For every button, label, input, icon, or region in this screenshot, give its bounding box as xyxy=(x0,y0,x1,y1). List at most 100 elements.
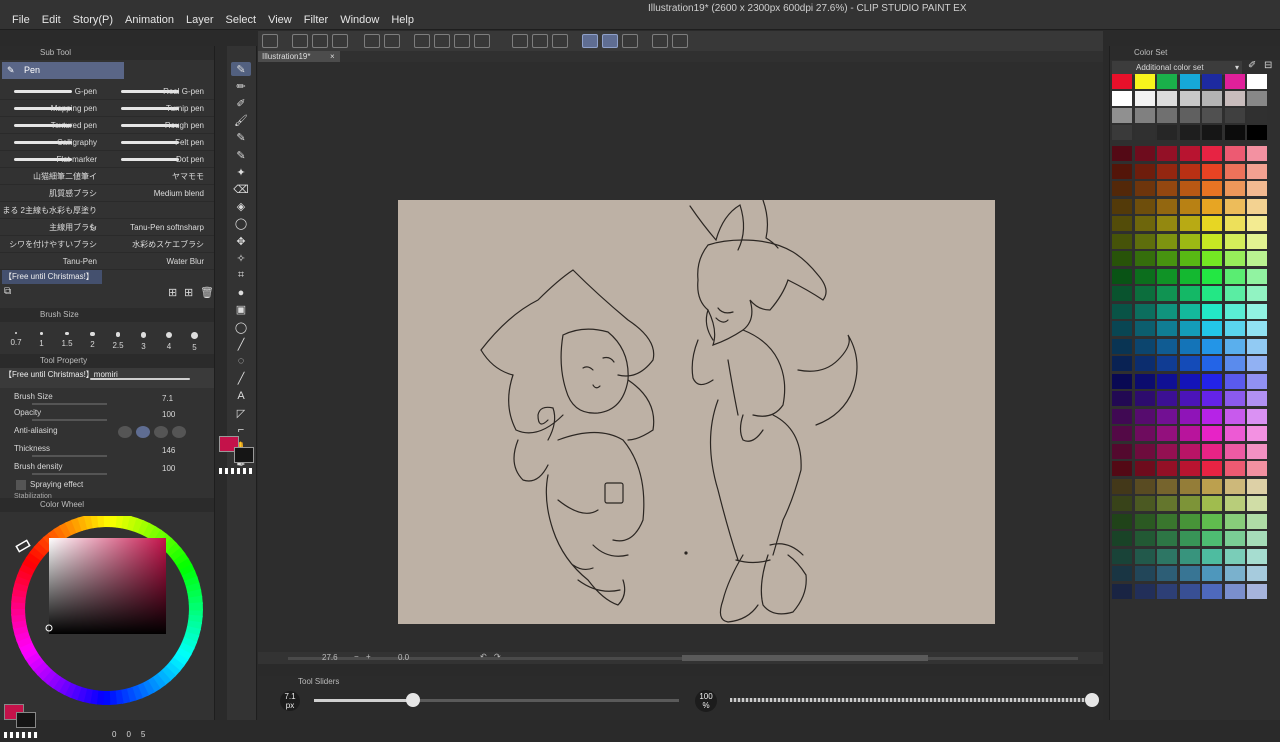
color-swatch[interactable] xyxy=(1112,478,1132,494)
color-swatch[interactable] xyxy=(1224,373,1245,389)
color-swatch[interactable] xyxy=(1134,426,1155,441)
color-swatch[interactable] xyxy=(1112,163,1132,179)
color-swatch[interactable] xyxy=(1247,513,1267,529)
toolbar-sub-color[interactable] xyxy=(234,447,254,463)
transform-icon[interactable] xyxy=(474,34,490,48)
lasso-icon[interactable]: ◯ xyxy=(231,217,251,231)
color-swatch[interactable] xyxy=(1202,356,1222,371)
color-swatch[interactable] xyxy=(1157,146,1177,161)
color-swatch[interactable] xyxy=(1202,583,1222,599)
eyedropper-icon[interactable]: ✐ xyxy=(1248,60,1256,71)
color-swatch[interactable] xyxy=(1157,181,1177,196)
color-swatch[interactable] xyxy=(1202,566,1222,581)
grid-icon[interactable] xyxy=(532,34,548,48)
brush-item[interactable]: シワを付けやすいブラシ xyxy=(0,236,107,253)
lasso-select-icon[interactable]: ◌ xyxy=(231,354,251,368)
color-swatch[interactable] xyxy=(1112,391,1132,406)
color-swatch[interactable] xyxy=(1179,286,1200,301)
color-swatch[interactable] xyxy=(1157,566,1177,581)
color-swatch[interactable] xyxy=(1157,531,1177,546)
color-swatch[interactable] xyxy=(1179,233,1200,249)
color-swatch[interactable] xyxy=(1179,74,1200,89)
color-swatch[interactable] xyxy=(1202,198,1222,214)
color-swatch[interactable] xyxy=(1112,408,1132,424)
color-swatch[interactable] xyxy=(1247,303,1267,319)
color-swatch[interactable] xyxy=(1157,443,1177,459)
color-swatch[interactable] xyxy=(1112,74,1132,89)
color-swatch[interactable] xyxy=(1179,548,1200,564)
color-swatch[interactable] xyxy=(1202,426,1222,441)
color-swatch[interactable] xyxy=(1112,583,1132,599)
size-slider-track[interactable] xyxy=(314,699,679,702)
color-swatch[interactable] xyxy=(1202,74,1222,89)
color-swatch[interactable] xyxy=(1157,426,1177,441)
add-sub-tool-icon[interactable]: ⊞ xyxy=(168,286,177,299)
color-swatch[interactable] xyxy=(1179,408,1200,424)
color-swatch[interactable] xyxy=(1157,198,1177,214)
color-swatch[interactable] xyxy=(1157,233,1177,249)
color-swatch[interactable] xyxy=(1247,566,1267,581)
color-swatch[interactable] xyxy=(1157,391,1177,406)
color-swatch[interactable] xyxy=(1112,181,1132,196)
brush-item[interactable]: 山猫細筆二値筆イ xyxy=(0,168,107,185)
color-swatch[interactable] xyxy=(1134,478,1155,494)
color-swatch[interactable] xyxy=(1112,443,1132,459)
color-swatch[interactable] xyxy=(1134,125,1155,140)
brush-item[interactable]: Rough pen xyxy=(107,117,214,134)
color-swatch[interactable] xyxy=(1112,426,1132,441)
color-swatch[interactable] xyxy=(1247,233,1267,249)
color-swatch[interactable] xyxy=(1224,408,1245,424)
color-swatch[interactable] xyxy=(1224,286,1245,301)
color-swatch[interactable] xyxy=(1179,478,1200,494)
clear-icon[interactable] xyxy=(434,34,450,48)
color-swatch[interactable] xyxy=(1247,391,1267,406)
color-swatch[interactable] xyxy=(1224,513,1245,529)
color-swatch[interactable] xyxy=(1157,373,1177,389)
color-swatch[interactable] xyxy=(1179,583,1200,599)
brush-item[interactable]: Turnip pen xyxy=(107,100,214,117)
color-swatch[interactable] xyxy=(1202,373,1222,389)
menu-item-window[interactable]: Window xyxy=(334,14,385,26)
color-swatch[interactable] xyxy=(1247,251,1267,266)
color-swatch[interactable] xyxy=(1179,198,1200,214)
brush-item[interactable]: Tanu-Pen xyxy=(0,253,107,270)
color-swatch[interactable] xyxy=(1247,74,1267,89)
color-swatch[interactable] xyxy=(1247,125,1267,140)
brush-item[interactable]: Dot pen xyxy=(107,151,214,168)
color-swatch[interactable] xyxy=(1202,496,1222,511)
color-swatch[interactable] xyxy=(1247,198,1267,214)
layer-move-icon[interactable]: ✥ xyxy=(231,234,251,248)
color-swatch[interactable] xyxy=(1179,146,1200,161)
snap-to-special-ruler-icon[interactable] xyxy=(602,34,618,48)
color-swatch[interactable] xyxy=(1157,125,1177,140)
menu-item-animation[interactable]: Animation xyxy=(119,14,180,26)
color-swatch[interactable] xyxy=(1247,443,1267,459)
color-swatch[interactable] xyxy=(1179,356,1200,371)
color-swatch[interactable] xyxy=(1179,163,1200,179)
color-swatch[interactable] xyxy=(1224,108,1245,123)
anti-aliasing-option[interactable] xyxy=(154,426,168,438)
settings-icon[interactable] xyxy=(652,34,668,48)
color-swatch[interactable] xyxy=(1179,216,1200,231)
color-swatch[interactable] xyxy=(1134,338,1155,354)
color-swatch[interactable] xyxy=(1134,233,1155,249)
color-swatch[interactable] xyxy=(1134,286,1155,301)
brush-item[interactable]: 水彩めスケエブラシ xyxy=(107,236,214,253)
menu-item-help[interactable]: Help xyxy=(385,14,420,26)
navigator-thumb[interactable] xyxy=(682,655,928,661)
color-swatch[interactable] xyxy=(1134,583,1155,599)
eraser-tool-icon[interactable]: ⌫ xyxy=(231,182,251,196)
color-swatch[interactable] xyxy=(1134,108,1155,123)
menu-item-view[interactable]: View xyxy=(262,14,298,26)
brush-set-label[interactable]: 【Free until Christmas!】 xyxy=(2,270,102,284)
undo-icon[interactable] xyxy=(364,34,380,48)
text-icon[interactable]: A xyxy=(231,389,251,403)
color-swatch[interactable] xyxy=(1224,478,1245,494)
color-swatch[interactable] xyxy=(1157,548,1177,564)
brush-size-preset[interactable]: 4 xyxy=(159,326,179,351)
menu-item-storyp[interactable]: Story(P) xyxy=(67,14,119,26)
color-swatch[interactable] xyxy=(1224,181,1245,196)
color-swatch[interactable] xyxy=(1112,338,1132,354)
transparent-color-swatch[interactable] xyxy=(4,732,38,738)
color-swatch[interactable] xyxy=(1247,268,1267,284)
